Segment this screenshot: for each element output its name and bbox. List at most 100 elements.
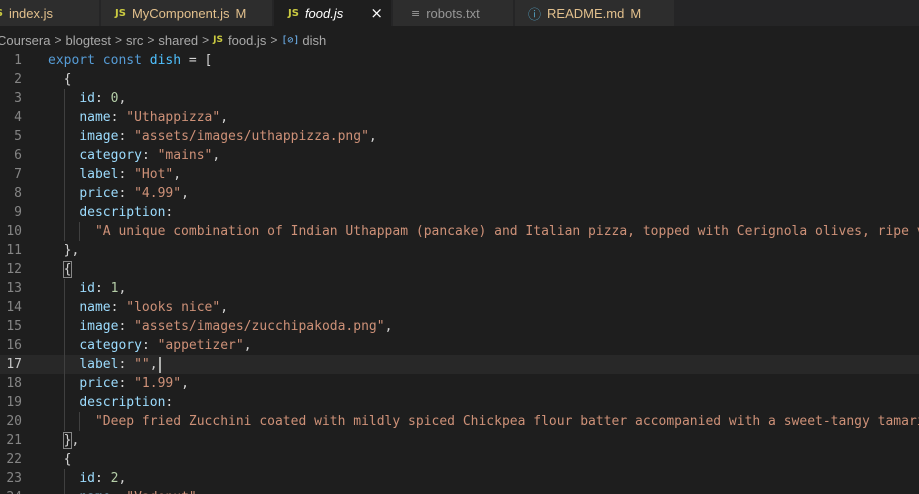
code-text: name: "Vadonut",	[48, 488, 205, 494]
code-token: :	[94, 471, 111, 486]
breadcrumb-item-file[interactable]: food.js	[228, 33, 266, 48]
line-number: 5	[14, 129, 22, 144]
code-editor[interactable]: 1 export const dish = [2 {3 id: 0, 4 name:…	[0, 51, 919, 494]
code-line[interactable]: 12 {	[0, 260, 919, 279]
code-text: id: 0,	[48, 89, 126, 108]
line-number: 8	[14, 186, 22, 201]
code-token: "looks nice"	[126, 300, 221, 315]
js-file-icon: JS	[288, 7, 299, 19]
editor-tab-bar: JS index.js JS MyComponent.js M JS food.…	[0, 0, 919, 26]
indent-guide	[63, 469, 65, 494]
code-text: id: 2,	[48, 469, 126, 488]
code-line[interactable]: 18 price: "1.99",	[0, 374, 919, 393]
text-cursor	[158, 356, 161, 373]
tab-label: index.js	[8, 5, 54, 21]
code-line[interactable]: 20 "Deep fried Zucchini coated with mild…	[0, 412, 919, 431]
code-token: name	[79, 490, 110, 494]
code-token: "Vadonut"	[126, 490, 196, 494]
code-token: "appetizer"	[157, 338, 244, 353]
code-line[interactable]: 14 name: "looks nice",	[0, 298, 919, 317]
code-token: price	[79, 376, 119, 391]
tab-food-js[interactable]: JS food.js ×	[274, 0, 392, 26]
breadcrumb-item-blogtest[interactable]: blogtest	[65, 33, 111, 48]
code-text: {	[48, 450, 72, 469]
tab-label: food.js	[304, 5, 344, 21]
code-token: ,	[149, 357, 158, 372]
code-line[interactable]: 11 },	[0, 241, 919, 260]
code-token: :	[141, 338, 158, 353]
modified-badge: M	[630, 5, 642, 21]
code-token: name	[79, 110, 111, 125]
code-line[interactable]: 13 id: 1,	[0, 279, 919, 298]
code-line[interactable]: 3 id: 0,	[0, 89, 919, 108]
code-token: ,	[220, 110, 229, 125]
code-token: ,	[181, 376, 189, 391]
breadcrumb-item-coursera[interactable]: Coursera	[0, 33, 50, 48]
chevron-right-icon: >	[202, 33, 210, 47]
line-number: 9	[14, 205, 22, 220]
code-line[interactable]: 23 id: 2,	[0, 469, 919, 488]
code-text: id: 1,	[48, 279, 126, 298]
code-token: image	[79, 319, 119, 334]
code-line[interactable]: 10 "A unique combination of Indian Uthap…	[0, 222, 919, 241]
line-number: 14	[6, 300, 22, 315]
line-number: 6	[14, 148, 22, 163]
breadcrumb-item-src[interactable]: src	[126, 33, 143, 48]
js-file-icon: JS	[213, 35, 224, 45]
code-line[interactable]: 17 label: "",	[0, 355, 919, 374]
code-token: :	[110, 300, 127, 315]
code-line[interactable]: 5 image: "assets/images/uthappizza.png",	[0, 127, 919, 146]
code-token: "mains"	[157, 148, 213, 163]
code-token: ,	[197, 490, 205, 494]
code-line[interactable]: 9 description:	[0, 203, 919, 222]
code-line[interactable]: 21 },	[0, 431, 919, 450]
breadcrumb-item-shared[interactable]: shared	[158, 33, 198, 48]
code-token: const	[102, 53, 142, 68]
code-text: image: "assets/images/zucchipakoda.png",	[48, 317, 392, 336]
code-text: price: "1.99",	[48, 374, 189, 393]
code-line[interactable]: 6 category: "mains",	[0, 146, 919, 165]
close-icon[interactable]: ×	[370, 4, 383, 22]
code-token: label	[79, 167, 119, 182]
code-line[interactable]: 22 {	[0, 450, 919, 469]
code-token: ,	[212, 148, 221, 163]
breadcrumb-item-symbol[interactable]: dish	[302, 33, 326, 48]
code-text: {	[48, 70, 72, 89]
code-line[interactable]: 16 category: "appetizer",	[0, 336, 919, 355]
chevron-right-icon: >	[54, 33, 62, 47]
code-text: "Deep fried Zucchini coated with mildly …	[48, 412, 919, 431]
code-token: :	[141, 148, 158, 163]
code-token: },	[63, 243, 80, 258]
code-token: dish	[149, 53, 182, 68]
indent-guide	[63, 279, 65, 431]
code-line[interactable]: 24 name: "Vadonut",	[0, 488, 919, 494]
code-text: label: "Hot",	[48, 165, 181, 184]
code-line[interactable]: 8 price: "4.99",	[0, 184, 919, 203]
line-number: 11	[6, 243, 22, 258]
code-token: :	[118, 129, 135, 144]
code-line[interactable]: 2 {	[0, 70, 919, 89]
code-token: ,	[173, 167, 182, 182]
code-token: :	[118, 319, 135, 334]
code-token: "A unique combination of Indian Uthappam…	[94, 224, 919, 239]
line-number: 13	[6, 281, 22, 296]
code-line[interactable]: 19 description:	[0, 393, 919, 412]
line-number: 4	[14, 110, 22, 125]
code-token: id	[79, 281, 95, 296]
tab-mycomponent-js[interactable]: JS MyComponent.js M	[101, 0, 273, 26]
code-token: "Uthappizza"	[126, 110, 221, 125]
tab-index-js[interactable]: JS index.js	[0, 0, 100, 26]
code-line[interactable]: 7 label: "Hot",	[0, 165, 919, 184]
tab-readme-md[interactable]: ⓘ README.md M	[515, 0, 675, 26]
code-line[interactable]: 4 name: "Uthappizza",	[0, 108, 919, 127]
tab-robots-txt[interactable]: ≡ robots.txt	[393, 0, 514, 26]
line-number: 7	[14, 167, 22, 182]
code-line[interactable]: 1 export const dish = [	[0, 51, 919, 70]
code-token: {	[63, 452, 72, 467]
code-line[interactable]: 15 image: "assets/images/zucchipakoda.pn…	[0, 317, 919, 336]
code-token: :	[111, 490, 127, 494]
code-token: id	[79, 471, 95, 486]
code-token: "Hot"	[134, 167, 174, 182]
js-file-icon: JS	[0, 8, 3, 19]
code-text: name: "Uthappizza",	[48, 108, 228, 127]
